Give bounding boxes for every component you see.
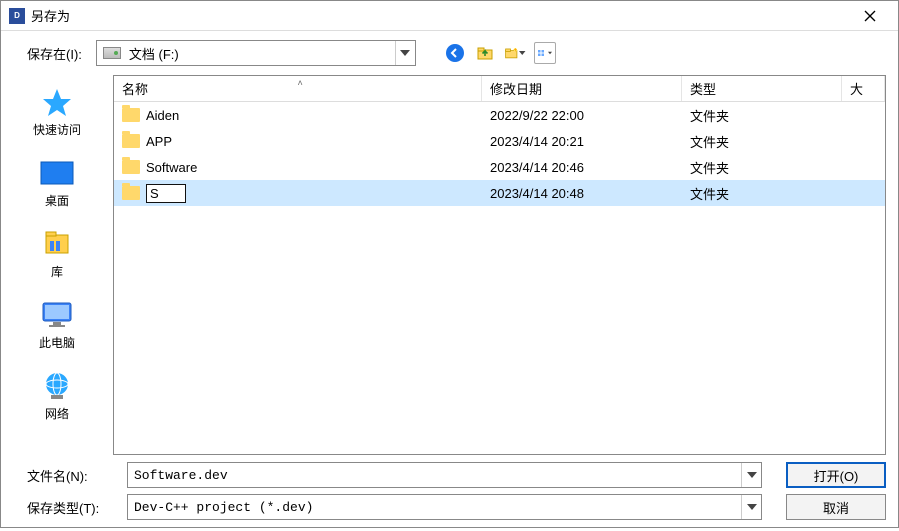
place-label: 库 (1, 263, 113, 280)
file-date: 2023/4/14 20:21 (482, 134, 682, 149)
place-label: 桌面 (1, 192, 113, 209)
quick-access-icon (37, 85, 77, 119)
lookin-value: 文档 (F:) (127, 44, 395, 63)
chevron-down-icon (519, 50, 525, 56)
libraries-icon (37, 227, 77, 261)
file-row[interactable]: APP 2023/4/14 20:21文件夹 (114, 128, 885, 154)
chevron-down-icon[interactable] (741, 463, 761, 487)
close-button[interactable] (850, 2, 890, 30)
folder-icon (122, 160, 140, 174)
title-bar: D 另存为 (1, 1, 898, 31)
new-folder-button[interactable] (504, 42, 526, 64)
file-name: Software (146, 160, 197, 175)
back-button[interactable] (444, 42, 466, 64)
lookin-row: 保存在(I): 文档 (F:) (1, 31, 898, 75)
file-row[interactable]: Aiden 2022/9/22 22:00文件夹 (114, 102, 885, 128)
bottom-panel: 文件名(N): 打开(O) 保存类型(T): Dev-C++ project (… (1, 455, 898, 531)
new-folder-icon (504, 44, 519, 62)
file-type: 文件夹 (682, 132, 842, 151)
file-type: 文件夹 (682, 158, 842, 177)
window-title: 另存为 (31, 6, 70, 25)
chevron-down-icon (548, 50, 552, 56)
view-icon (538, 47, 545, 59)
filename-input[interactable] (128, 463, 741, 487)
this-pc-icon (37, 298, 77, 332)
up-folder-icon (476, 44, 494, 62)
column-headers: 名称 ˄ 修改日期 类型 大 (114, 76, 885, 102)
close-icon (864, 10, 876, 22)
chevron-down-icon[interactable] (395, 41, 415, 65)
file-name: Aiden (146, 108, 179, 123)
filetype-label: 保存类型(T): (27, 498, 117, 517)
place-libraries[interactable]: 库 (1, 223, 113, 290)
filetype-combo[interactable]: Dev-C++ project (*.dev) (127, 494, 762, 520)
place-label: 网络 (1, 405, 113, 422)
file-rows: Aiden2022/9/22 22:00文件夹APP2023/4/14 20:2… (114, 102, 885, 454)
network-icon (37, 369, 77, 403)
rename-input[interactable] (146, 184, 186, 203)
lookin-combo[interactable]: 文档 (F:) (96, 40, 416, 66)
cancel-button[interactable]: 取消 (786, 494, 886, 520)
place-this-pc[interactable]: 此电脑 (1, 294, 113, 361)
sort-indicator-icon: ˄ (298, 78, 303, 88)
file-date: 2023/4/14 20:46 (482, 160, 682, 175)
drive-icon (103, 47, 121, 59)
nav-toolbar (444, 42, 556, 64)
file-list: 名称 ˄ 修改日期 类型 大 Aiden2022/9/22 22:00文件夹AP… (113, 75, 886, 455)
chevron-down-icon[interactable] (741, 495, 761, 519)
place-desktop[interactable]: 桌面 (1, 152, 113, 219)
place-quick-access[interactable]: 快速访问 (1, 81, 113, 148)
places-bar: 快速访问 桌面 库 (1, 75, 113, 455)
file-date: 2022/9/22 22:00 (482, 108, 682, 123)
column-header-name[interactable]: 名称 ˄ (114, 76, 482, 101)
file-name: APP (146, 134, 172, 149)
file-date: 2023/4/14 20:48 (482, 186, 682, 201)
file-type: 文件夹 (682, 184, 842, 203)
up-one-level-button[interactable] (474, 42, 496, 64)
folder-icon (122, 108, 140, 122)
place-network[interactable]: 网络 (1, 365, 113, 432)
app-icon: D (9, 8, 25, 24)
filetype-value: Dev-C++ project (*.dev) (128, 500, 741, 515)
open-button[interactable]: 打开(O) (786, 462, 886, 488)
lookin-label: 保存在(I): (27, 44, 82, 63)
view-menu-button[interactable] (534, 42, 556, 64)
place-label: 快速访问 (1, 121, 113, 138)
desktop-icon (37, 156, 77, 190)
folder-icon (122, 186, 140, 200)
column-header-date[interactable]: 修改日期 (482, 76, 682, 101)
column-header-size[interactable]: 大 (842, 76, 885, 101)
column-header-name-label: 名称 (122, 79, 148, 98)
folder-icon (122, 134, 140, 148)
back-icon (445, 43, 465, 63)
filename-label: 文件名(N): (27, 466, 117, 485)
file-type: 文件夹 (682, 106, 842, 125)
place-label: 此电脑 (1, 334, 113, 351)
file-row[interactable]: 2023/4/14 20:48文件夹 (114, 180, 885, 206)
column-header-type[interactable]: 类型 (682, 76, 842, 101)
filename-combo[interactable] (127, 462, 762, 488)
file-row[interactable]: Software 2023/4/14 20:46文件夹 (114, 154, 885, 180)
